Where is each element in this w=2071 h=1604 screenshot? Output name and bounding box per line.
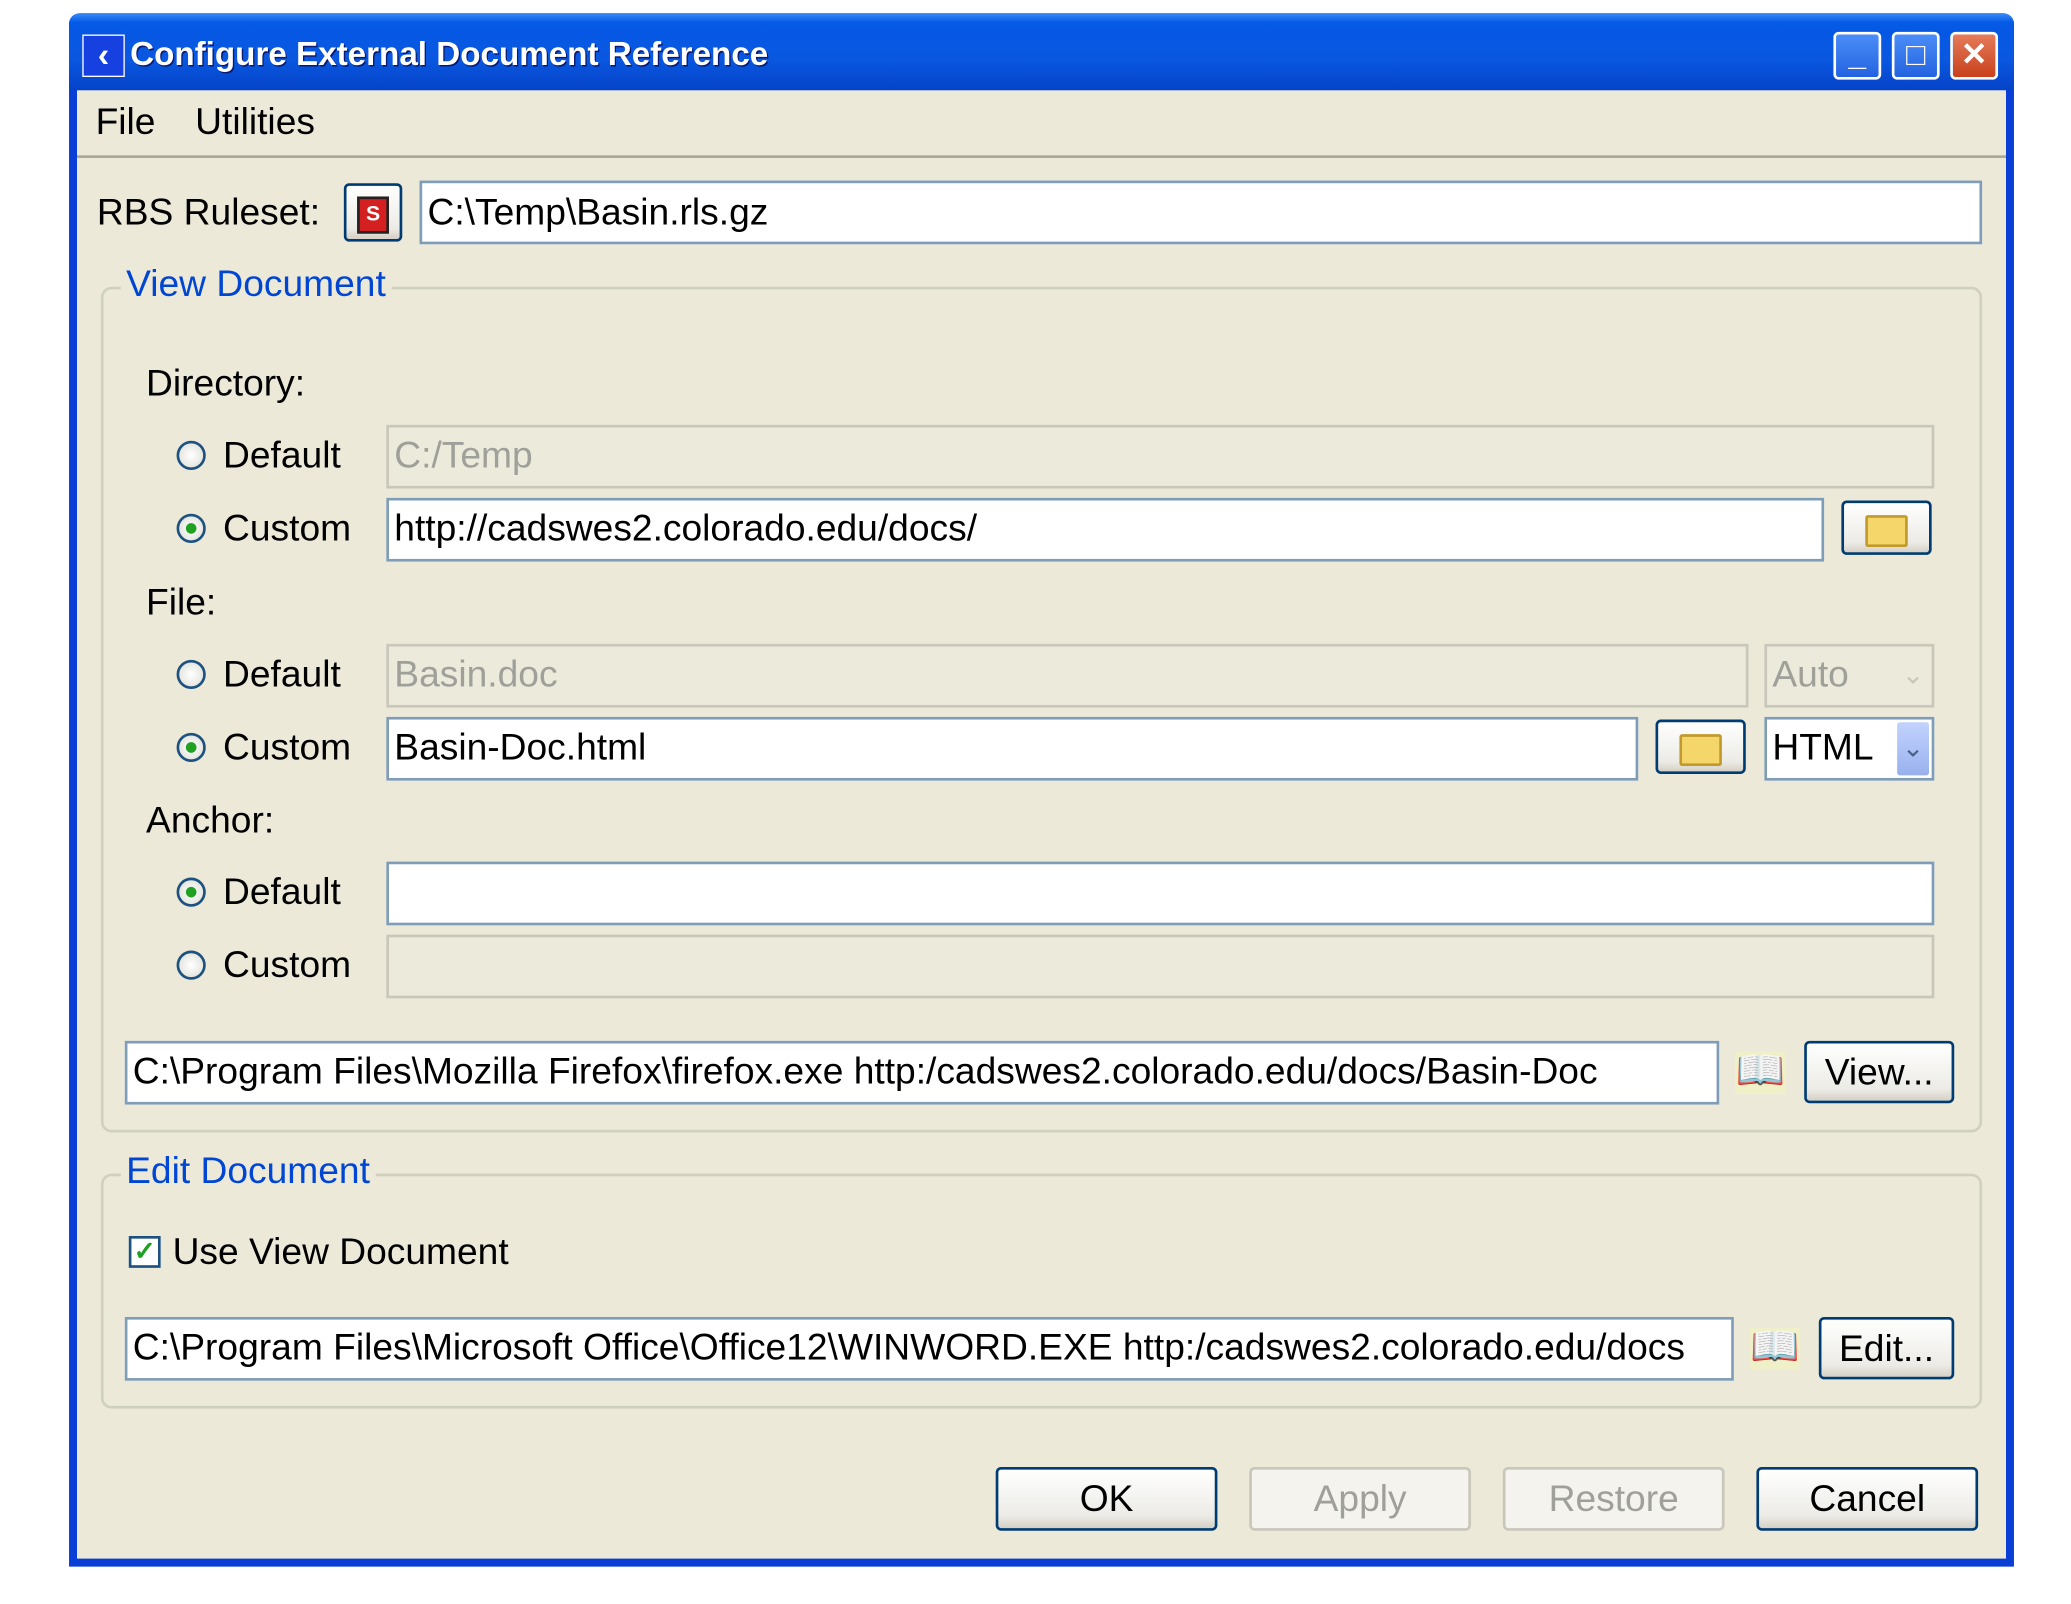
view-document-title: View Document: [120, 262, 392, 306]
anchor-default-field[interactable]: [386, 861, 1935, 926]
directory-label: Directory:: [146, 362, 306, 404]
file-browse-button[interactable]: [1655, 719, 1746, 774]
directory-default-field: C:/Temp: [386, 424, 1935, 489]
file-default-label[interactable]: Default: [223, 653, 341, 695]
chevron-down-icon[interactable]: ⌄: [1897, 722, 1930, 776]
anchor-default-radio[interactable]: [176, 877, 206, 907]
folder-icon: [1679, 734, 1722, 767]
anchor-custom-label[interactable]: Custom: [223, 944, 351, 986]
book-icon[interactable]: 📖: [1735, 1051, 1786, 1094]
restore-button[interactable]: Restore: [1502, 1466, 1725, 1531]
edit-command-field[interactable]: C:\Program Files\Microsoft Office\Office…: [124, 1316, 1734, 1381]
close-button[interactable]: ✕: [1950, 31, 1999, 80]
edit-button[interactable]: Edit...: [1818, 1316, 1955, 1380]
view-button[interactable]: View...: [1804, 1040, 1955, 1104]
ruleset-path-field[interactable]: C:\Temp\Basin.rls.gz: [419, 180, 1983, 245]
file-custom-type-combo[interactable]: HTML ⌄: [1764, 716, 1935, 781]
file-custom-radio[interactable]: [176, 732, 206, 763]
directory-custom-field[interactable]: http://cadswes2.colorado.edu/docs/: [386, 497, 1825, 562]
file-default-field: Basin.doc: [386, 643, 1749, 708]
apply-button[interactable]: Apply: [1249, 1466, 1471, 1531]
directory-default-radio[interactable]: [176, 440, 206, 470]
window-title: Configure External Document Reference: [130, 35, 769, 74]
menu-file[interactable]: File: [96, 101, 156, 143]
file-default-type-combo: Auto ⌄: [1764, 643, 1935, 708]
ruleset-icon: S: [357, 196, 389, 234]
ok-button[interactable]: OK: [995, 1466, 1218, 1531]
anchor-default-label[interactable]: Default: [223, 871, 341, 913]
ruleset-label: RBS Ruleset:: [96, 191, 321, 233]
file-custom-field[interactable]: Basin-Doc.html: [386, 716, 1639, 781]
maximize-button[interactable]: □: [1891, 31, 1940, 80]
folder-icon: [1865, 515, 1908, 547]
view-document-group: [100, 286, 1983, 1133]
book-icon[interactable]: 📖: [1749, 1327, 1801, 1371]
anchor-custom-radio[interactable]: [176, 950, 206, 980]
directory-custom-label[interactable]: Custom: [223, 507, 351, 549]
use-view-document-checkbox[interactable]: ✓: [128, 1235, 161, 1268]
anchor-label: Anchor:: [146, 799, 275, 841]
app-icon: ‹: [82, 34, 125, 78]
ruleset-icon-button[interactable]: S: [343, 183, 403, 242]
minimize-button[interactable]: _: [1833, 31, 1882, 80]
use-view-document-label[interactable]: Use View Document: [173, 1231, 509, 1273]
file-label: File:: [146, 581, 217, 623]
directory-browse-button[interactable]: [1841, 500, 1932, 555]
edit-document-title: Edit Document: [120, 1149, 376, 1193]
menu-utilities[interactable]: Utilities: [195, 101, 315, 143]
file-custom-type-value: HTML: [1772, 726, 1874, 768]
file-default-type-value: Auto: [1772, 653, 1849, 695]
view-command-field[interactable]: C:\Program Files\Mozilla Firefox\firefox…: [124, 1040, 1720, 1105]
menu-bar: [77, 90, 2007, 158]
file-default-radio[interactable]: [176, 659, 206, 690]
directory-default-label[interactable]: Default: [223, 434, 341, 476]
cancel-button[interactable]: Cancel: [1756, 1466, 1979, 1531]
anchor-custom-field: [386, 934, 1935, 999]
directory-custom-radio[interactable]: [176, 513, 206, 543]
chevron-down-icon: ⌄: [1897, 649, 1930, 703]
file-custom-label[interactable]: Custom: [223, 726, 351, 768]
